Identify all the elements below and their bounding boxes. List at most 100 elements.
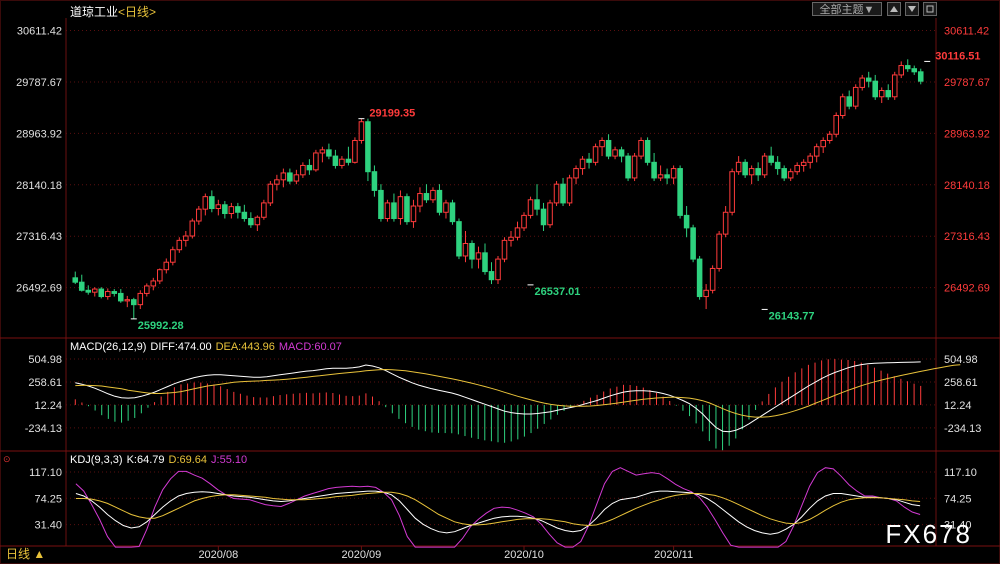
macd-label: MACD(26,12,9) bbox=[70, 341, 147, 353]
candle-body bbox=[157, 269, 163, 282]
candle-body bbox=[293, 174, 300, 182]
kdj-tick-label-right: 117.10 bbox=[944, 467, 977, 479]
candle-body bbox=[917, 71, 924, 82]
candle-body bbox=[228, 206, 235, 215]
candle-body bbox=[423, 193, 430, 201]
candle-body bbox=[846, 96, 852, 107]
macd-dea: DEA:443.96 bbox=[215, 341, 275, 353]
price-tick-label-right: 28963.92 bbox=[944, 128, 990, 140]
x-tick-label: 2020/09 bbox=[342, 549, 382, 561]
price-tick-label-left: 28963.92 bbox=[16, 128, 62, 140]
annotation-low: 25992.28 bbox=[138, 320, 184, 332]
triangle-down-icon bbox=[908, 6, 916, 12]
scroll-down-button[interactable] bbox=[905, 2, 919, 16]
annotation-high: 29199.35 bbox=[369, 108, 415, 120]
macd-tick-label-right: 12.24 bbox=[944, 400, 972, 412]
candle-body bbox=[274, 179, 280, 185]
candle-body bbox=[85, 289, 92, 293]
candle-body bbox=[111, 291, 118, 294]
candle-body bbox=[436, 189, 443, 213]
macd-diff: DIFF:474.00 bbox=[150, 341, 212, 353]
zoom-button[interactable] bbox=[923, 2, 937, 16]
candle-body bbox=[625, 155, 631, 179]
price-tick-label-left: 30611.42 bbox=[17, 26, 62, 38]
candle-body bbox=[742, 161, 748, 176]
macd-tick-label-left: 258.61 bbox=[28, 377, 62, 389]
kdj-j: J:55.10 bbox=[211, 454, 248, 466]
candle-body bbox=[768, 155, 774, 163]
candle-body bbox=[878, 90, 885, 98]
candle-body bbox=[540, 208, 547, 226]
candle-body bbox=[865, 77, 872, 82]
candle-body bbox=[514, 227, 521, 238]
candle-body bbox=[365, 121, 371, 173]
candle-body bbox=[352, 139, 358, 163]
macd-tick-label-right: -234.13 bbox=[944, 423, 981, 435]
candle-body bbox=[209, 196, 215, 210]
candle-body bbox=[677, 168, 683, 216]
macd-tick-label-left: 504.98 bbox=[28, 354, 62, 366]
pane-marker-icon[interactable]: ⊙ bbox=[3, 454, 11, 465]
theme-select[interactable]: 全部主题▼ bbox=[812, 2, 882, 16]
candle-body bbox=[469, 242, 475, 260]
outer-frame bbox=[0, 0, 1000, 564]
candle-body bbox=[319, 149, 326, 154]
kdj-d: D:69.64 bbox=[168, 454, 208, 466]
candle-body bbox=[104, 291, 111, 298]
candle-body bbox=[261, 202, 267, 218]
price-tick-label-right: 30611.42 bbox=[944, 26, 989, 38]
x-tick-label: 2020/10 bbox=[504, 549, 544, 561]
candle-body bbox=[638, 139, 644, 157]
candle-body bbox=[462, 242, 469, 257]
candle-body bbox=[820, 139, 826, 148]
candle-body bbox=[709, 267, 716, 291]
candle-body bbox=[703, 289, 709, 298]
price-tick-label-right: 28140.18 bbox=[944, 180, 990, 192]
candle-body bbox=[189, 220, 196, 237]
candle-body bbox=[384, 202, 391, 220]
candle-body bbox=[267, 183, 274, 204]
candle-body bbox=[605, 139, 612, 157]
candle-body bbox=[150, 280, 157, 287]
candle-body bbox=[163, 261, 170, 271]
candle-body bbox=[241, 211, 248, 220]
scroll-up-button[interactable] bbox=[887, 2, 901, 16]
candle-body bbox=[488, 271, 495, 281]
candle-body bbox=[287, 172, 293, 182]
candle-body bbox=[306, 164, 313, 171]
price-tick-label-right: 27316.43 bbox=[944, 231, 990, 243]
candle-body bbox=[456, 221, 462, 257]
candle-body bbox=[176, 239, 183, 251]
candle-body bbox=[722, 211, 729, 235]
candle-body bbox=[813, 146, 820, 157]
candle-body bbox=[527, 199, 534, 216]
candle-body bbox=[91, 288, 98, 293]
candle-body bbox=[202, 196, 209, 210]
candle-body bbox=[898, 65, 905, 76]
macd-tick-label-left: 12.24 bbox=[34, 400, 62, 412]
candle-body bbox=[124, 299, 131, 302]
price-tick-label-left: 26492.69 bbox=[16, 283, 62, 295]
candle-body bbox=[599, 139, 605, 148]
candle-body bbox=[644, 139, 651, 163]
period-tab[interactable]: 日线 ▲ bbox=[6, 545, 45, 562]
candle-body bbox=[215, 204, 222, 210]
candle-body bbox=[904, 65, 911, 70]
candle-body bbox=[443, 202, 449, 213]
candle-body bbox=[774, 161, 781, 170]
candle-body bbox=[449, 202, 456, 223]
kdj-line-k bbox=[75, 490, 921, 535]
macd-tick-label-right: 258.61 bbox=[944, 377, 978, 389]
candle-body bbox=[612, 149, 618, 157]
candle-body bbox=[852, 86, 859, 107]
candle-body bbox=[534, 199, 540, 210]
annotation-low: 26143.77 bbox=[769, 310, 815, 322]
x-tick-label: 2020/08 bbox=[198, 549, 238, 561]
kdj-label: KDJ(9,3,3) bbox=[70, 454, 123, 466]
macd-tick-label-right: 504.98 bbox=[944, 354, 978, 366]
candle-body bbox=[475, 252, 482, 260]
candle-body bbox=[482, 252, 488, 273]
candle-body bbox=[560, 183, 566, 204]
candle-body bbox=[391, 202, 397, 220]
candle-body bbox=[410, 205, 417, 223]
